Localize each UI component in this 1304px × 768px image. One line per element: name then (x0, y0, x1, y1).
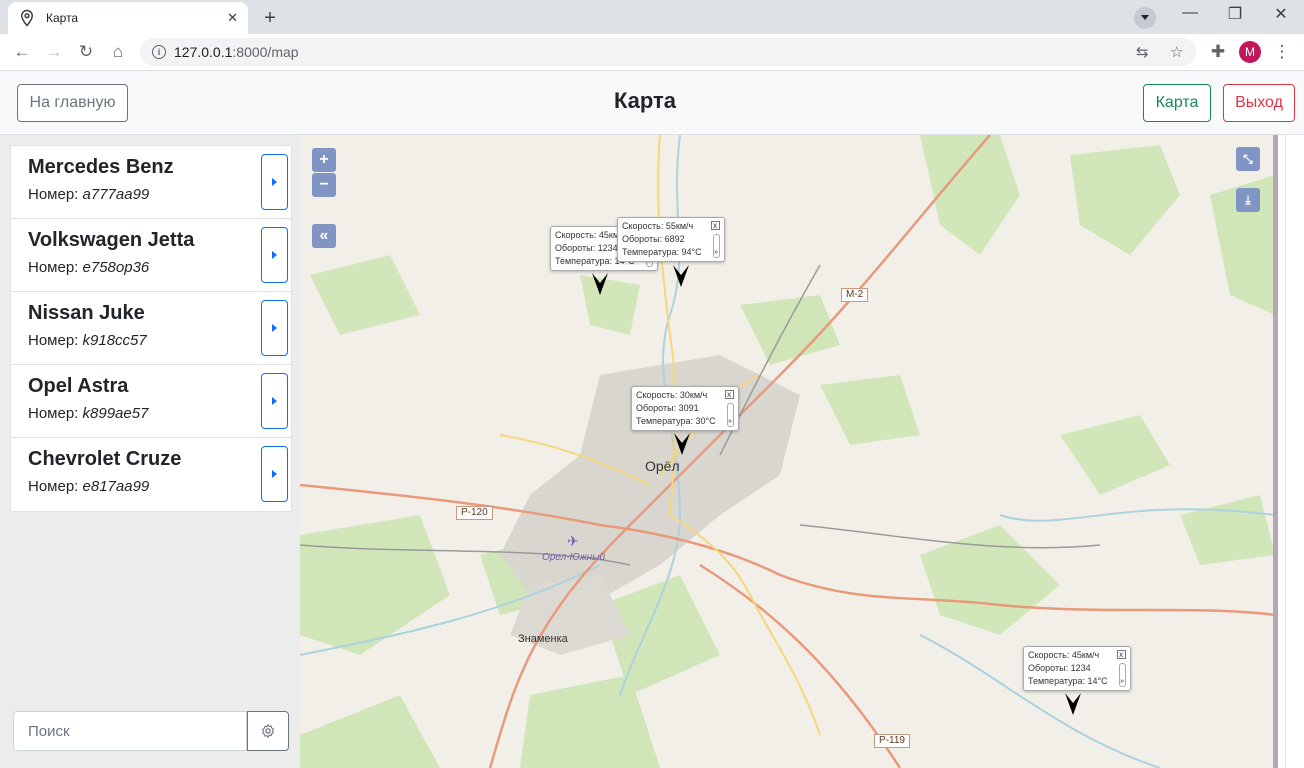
car-marker-icon[interactable] (1065, 693, 1081, 715)
city-label: Орёл (645, 458, 680, 474)
popup-temp: Температура: 94°C (622, 247, 702, 257)
car-plate: Номер: e758op36 (28, 259, 150, 276)
restore-button[interactable]: ❐ (1220, 4, 1250, 24)
profile-avatar[interactable]: M (1239, 41, 1261, 63)
vehicle-popup: Скорость: 30км/ч Обороты: 3091 Температу… (631, 386, 739, 431)
car-name: Mercedes Benz (28, 156, 174, 178)
map-button[interactable]: Карта (1143, 84, 1211, 122)
close-popup-icon[interactable]: x (724, 390, 734, 399)
page-title: Карта (613, 88, 677, 113)
open-car-button[interactable] (261, 227, 288, 283)
road-shield: P-119 (874, 734, 910, 748)
car-marker-icon[interactable] (673, 265, 689, 287)
close-tab-icon[interactable]: ✕ (227, 10, 238, 26)
browser-toolbar: ← → ↻ ⌂ i 127.0.0.1:8000/map ⇆ ☆ ✚ M ⋮ (0, 34, 1304, 71)
kebab-menu-icon[interactable]: ⋮ (1270, 40, 1294, 64)
car-name: Opel Astra (28, 375, 129, 397)
fullscreen-icon[interactable]: ⤡ (1236, 147, 1260, 171)
car-plate: Номер: e817aa99 (28, 478, 150, 495)
exit-button[interactable]: Выход (1223, 84, 1295, 122)
list-item: Nissan Juke Номер: k918cc57 (11, 292, 291, 365)
open-car-button[interactable] (261, 154, 288, 210)
new-tab-button[interactable]: + (258, 6, 282, 30)
collapse-sidebar-button[interactable]: « (312, 224, 336, 248)
popup-temp: Температура: 14°C (1028, 676, 1108, 686)
car-name: Chevrolet Cruze (28, 448, 182, 470)
open-car-button[interactable] (261, 300, 288, 356)
download-icon[interactable]: ⤓ (1236, 188, 1260, 212)
car-plate: Номер: a777aa99 (28, 186, 150, 203)
home-icon[interactable]: ⌂ (106, 40, 130, 64)
zoom-in-button[interactable]: + (312, 148, 336, 172)
gear-icon (262, 724, 274, 738)
car-marker-icon[interactable] (674, 433, 690, 455)
url-text: 127.0.0.1:8000/map (174, 44, 299, 60)
location-pin-icon (20, 9, 34, 27)
settings-button[interactable] (247, 711, 289, 751)
popup-expand-icon[interactable]: » (726, 403, 734, 427)
scrollbar[interactable] (1273, 135, 1278, 768)
popup-speed: Скорость: 45км/ч (1028, 650, 1100, 660)
back-arrow-icon[interactable]: ← (10, 40, 34, 64)
caret-right-icon (272, 251, 277, 259)
popup-rpm: Обороты: 3091 (636, 403, 699, 413)
bookmark-star-icon[interactable]: ☆ (1170, 38, 1183, 66)
list-item: Volkswagen Jetta Номер: e758op36 (11, 219, 291, 292)
popup-speed: Скорость: 55км/ч (622, 221, 694, 231)
vehicle-popup: Скорость: 55км/ч Обороты: 6892 Температу… (617, 217, 725, 262)
page-edge (1285, 135, 1286, 768)
caret-right-icon (272, 178, 277, 186)
road-shield: M-2 (841, 288, 869, 302)
info-icon[interactable]: i (152, 45, 166, 59)
car-name: Volkswagen Jetta (28, 229, 195, 251)
town-label: Знаменка (518, 633, 568, 645)
popup-expand-icon[interactable]: » (1118, 663, 1126, 687)
open-car-button[interactable] (261, 373, 288, 429)
airplane-icon: ✈ (567, 533, 579, 549)
sidebar: Mercedes Benz Номер: a777aa99 Volkswagen… (0, 135, 300, 768)
translate-icon[interactable]: ⇆ (1136, 38, 1149, 66)
forward-arrow-icon[interactable]: → (42, 40, 66, 64)
tab-search-button[interactable] (1134, 7, 1156, 29)
browser-tabbar: Карта ✕ + — ❐ ✕ (0, 0, 1304, 34)
list-item: Mercedes Benz Номер: a777aa99 (11, 146, 291, 219)
search-input[interactable]: Поиск (13, 711, 247, 751)
browser-tab[interactable]: Карта ✕ (8, 2, 248, 34)
vehicle-popup: Скорость: 45км/ч Обороты: 1234 Температу… (1023, 646, 1131, 691)
close-popup-icon[interactable]: x (1116, 650, 1126, 659)
popup-rpm: Обороты: 6892 (622, 234, 685, 244)
minimize-button[interactable]: — (1175, 4, 1205, 22)
caret-right-icon (272, 397, 277, 405)
chevron-down-icon (1141, 15, 1149, 20)
app-header: На главную Карта Карта Выход (0, 71, 1304, 135)
car-plate: Номер: k899ae57 (28, 405, 149, 422)
popup-rpm: Обороты: 1234 (1028, 663, 1091, 673)
caret-right-icon (272, 324, 277, 332)
close-popup-icon[interactable]: x (710, 221, 720, 230)
map-view[interactable]: + − « ⤡ ⤓ Орёл Орел-Южный ✈ Знаменка M-2… (300, 135, 1275, 768)
road-shield: P-120 (456, 506, 493, 520)
address-bar[interactable]: i 127.0.0.1:8000/map ⇆ ☆ (140, 38, 1196, 66)
popup-expand-icon[interactable]: » (712, 234, 720, 258)
extensions-puzzle-icon[interactable]: ✚ (1206, 40, 1230, 64)
tab-title: Карта (46, 11, 79, 25)
car-list: Mercedes Benz Номер: a777aa99 Volkswagen… (10, 145, 292, 512)
car-marker-icon[interactable] (592, 273, 608, 295)
open-car-button[interactable] (261, 446, 288, 502)
zoom-out-button[interactable]: − (312, 173, 336, 197)
list-item: Chevrolet Cruze Номер: e817aa99 (11, 438, 291, 511)
airport-label: Орел-Южный (542, 552, 606, 563)
car-plate: Номер: k918cc57 (28, 332, 147, 349)
popup-temp: Температура: 30°C (636, 416, 716, 426)
car-name: Nissan Juke (28, 302, 145, 324)
popup-speed: Скорость: 30км/ч (636, 390, 708, 400)
close-window-button[interactable]: ✕ (1266, 4, 1296, 24)
caret-right-icon (272, 470, 277, 478)
list-item: Opel Astra Номер: k899ae57 (11, 365, 291, 438)
reload-icon[interactable]: ↻ (74, 40, 98, 64)
